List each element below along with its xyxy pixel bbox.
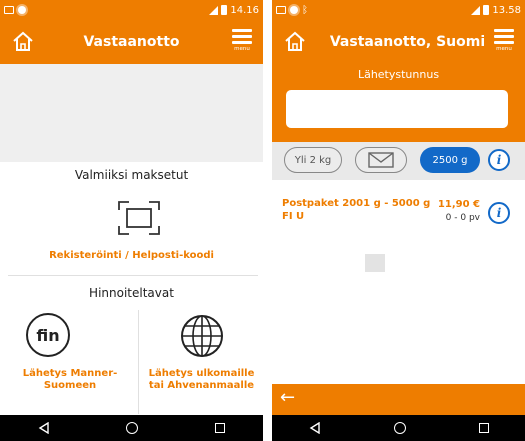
tracking-label: Lähetystunnus: [357, 68, 440, 81]
settings-status-icon: [290, 6, 298, 14]
status-bar: 14.16: [0, 0, 263, 20]
fin-icon[interactable]: fin: [26, 313, 70, 357]
app-bar: Vastaanotto menu: [0, 20, 263, 64]
nav-back-icon[interactable]: [38, 422, 50, 434]
screen-divider: [263, 0, 272, 441]
right-screen: ᛒ 13.58 Vastaanotto, Suomi menu Lähetyst…: [272, 0, 525, 441]
menu-icon[interactable]: menu: [493, 29, 515, 55]
product-name[interactable]: Postpaket 2001 g - 5000 g FI U: [282, 197, 432, 223]
system-nav-bar: [0, 415, 263, 441]
nav-home-icon[interactable]: [126, 422, 139, 434]
loading-placeholder: [365, 254, 385, 272]
status-bar: ᛒ 13.58: [272, 0, 525, 20]
selected-weight-chip[interactable]: 2500 g: [420, 147, 480, 173]
divider: [8, 275, 258, 276]
register-link[interactable]: Rekisteröinti / Helposti-koodi: [0, 250, 263, 261]
app-bar: Vastaanotto, Suomi menu: [272, 20, 525, 64]
letter-filter-chip[interactable]: [355, 147, 407, 173]
battery-icon: [483, 5, 490, 15]
priced-heading: Hinnoiteltavat: [89, 286, 174, 300]
page-title: Vastaanotto: [83, 34, 180, 50]
product-delivery-time: 0 - 0 pv: [445, 213, 480, 223]
system-nav-bar: [272, 415, 525, 441]
status-time: 14.16: [230, 4, 259, 16]
domestic-shipment-option[interactable]: Lähetys Manner-Suomeen: [10, 368, 130, 392]
battery-icon: [221, 5, 228, 15]
scan-icon[interactable]: [117, 200, 161, 236]
envelope-icon: [368, 152, 394, 168]
nav-recents-icon[interactable]: [478, 423, 489, 433]
bottom-bar: [272, 384, 525, 415]
signal-icon: [471, 5, 481, 15]
settings-status-icon: [18, 6, 26, 14]
menu-label: menu: [496, 46, 512, 52]
status-time: 13.58: [492, 4, 521, 16]
nav-home-icon[interactable]: [393, 422, 406, 434]
menu-icon[interactable]: menu: [231, 29, 253, 55]
product-price: 11,90 €: [437, 199, 480, 210]
bluetooth-icon: ᛒ: [302, 4, 308, 16]
left-screen: 14.16 Vastaanotto menu Valmiiksi maksetu…: [0, 0, 263, 441]
tracking-input[interactable]: [286, 90, 508, 128]
info-icon[interactable]: i: [488, 202, 510, 224]
notification-icon: [276, 6, 286, 14]
back-arrow-icon[interactable]: ←: [280, 388, 295, 408]
notification-icon: [4, 6, 14, 14]
prepaid-heading: Valmiiksi maksetut: [74, 168, 189, 182]
page-title: Vastaanotto, Suomi: [329, 34, 486, 50]
option-divider: [138, 310, 139, 414]
abroad-shipment-option[interactable]: Lähetys ulkomaille tai Ahvenanmaalle: [140, 368, 263, 392]
weight-filter-chip[interactable]: Yli 2 kg: [284, 147, 342, 173]
nav-back-icon[interactable]: [309, 422, 321, 434]
nav-recents-icon[interactable]: [214, 423, 225, 433]
info-icon[interactable]: i: [488, 149, 510, 171]
menu-label: menu: [234, 46, 250, 52]
globe-icon[interactable]: [179, 313, 225, 359]
signal-icon: [209, 5, 219, 15]
banner-area: [0, 64, 263, 162]
fin-icon-text: fin: [36, 325, 60, 345]
